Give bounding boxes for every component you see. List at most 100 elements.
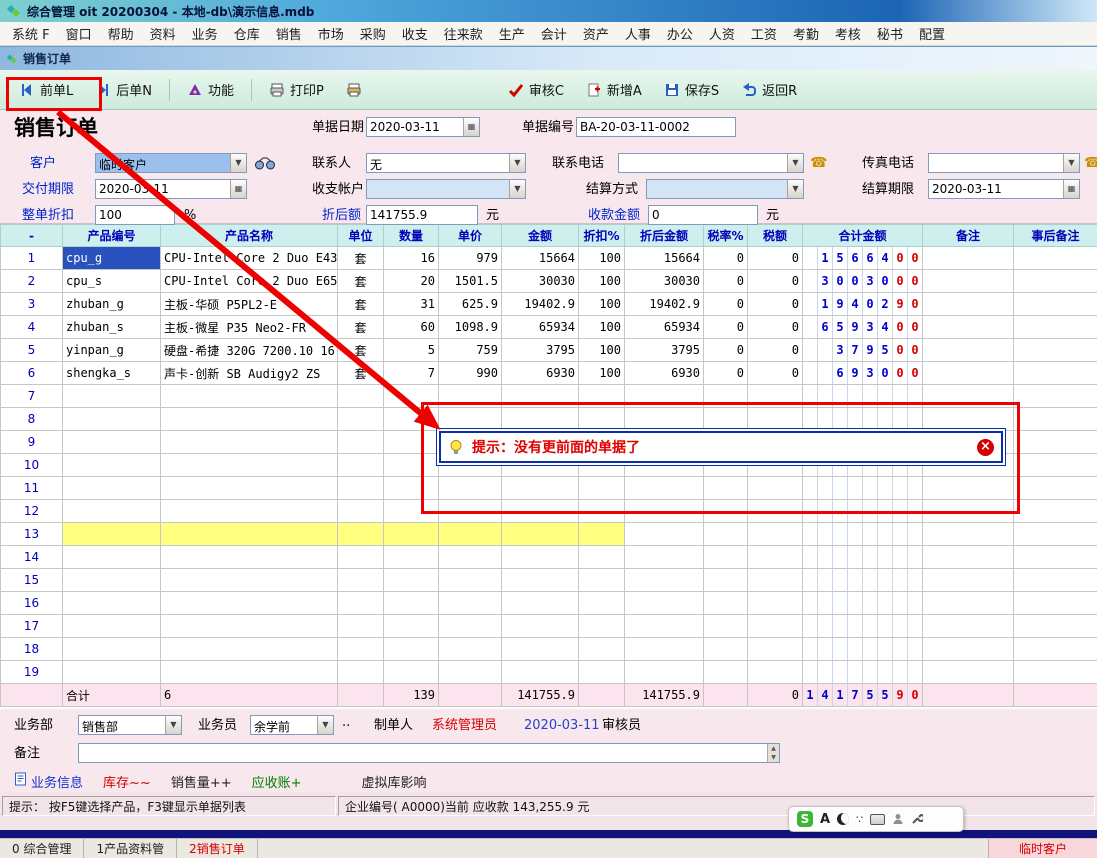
cell-unit-row2[interactable]: 套 <box>338 270 384 293</box>
row-number-18[interactable]: 18 <box>1 638 63 661</box>
cell-after_note-row13[interactable] <box>1014 523 1097 546</box>
cell-name-row17[interactable] <box>161 615 338 638</box>
cell-price-row3[interactable]: 625.9 <box>439 293 502 316</box>
menu-item-3[interactable]: 资料 <box>142 22 184 45</box>
dropdown-arrow-icon[interactable]: ▼ <box>165 716 181 734</box>
cell-tax-row16[interactable] <box>748 592 803 615</box>
cell-disc-row7[interactable] <box>579 385 625 408</box>
cell-after_note-row6[interactable] <box>1014 362 1097 385</box>
menu-item-14[interactable]: 人事 <box>617 22 659 45</box>
cell-qty-row16[interactable] <box>384 592 439 615</box>
cell-tax-row17[interactable] <box>748 615 803 638</box>
cell-unit-row18[interactable] <box>338 638 384 661</box>
row-number-10[interactable]: 10 <box>1 454 63 477</box>
cell-price-row12[interactable] <box>439 500 502 523</box>
discount-input[interactable]: 100 <box>95 205 175 225</box>
cell-disc-row15[interactable] <box>579 569 625 592</box>
dropdown-arrow-icon[interactable]: ▼ <box>230 154 246 172</box>
menu-item-4[interactable]: 业务 <box>184 22 226 45</box>
cell-unit-row16[interactable] <box>338 592 384 615</box>
title-bar[interactable]: 综合管理 oit 20200304 - 本地-db\演示信息.mdb <box>0 0 1097 22</box>
cell-disc-row13[interactable] <box>579 523 625 546</box>
row-number-3[interactable]: 3 <box>1 293 63 316</box>
table-row-18[interactable]: 18 <box>1 638 1097 661</box>
cell-ledger-row13[interactable] <box>803 523 923 546</box>
doc-no-field[interactable]: BA-20-03-11-0002 <box>576 117 736 137</box>
cell-tax-row19[interactable] <box>748 661 803 684</box>
menu-item-20[interactable]: 秘书 <box>869 22 911 45</box>
cell-amount-row1[interactable]: 15664 <box>502 247 579 270</box>
cell-name-row15[interactable] <box>161 569 338 592</box>
cell-after_note-row4[interactable] <box>1014 316 1097 339</box>
next-doc-button[interactable]: 后单N <box>86 75 161 104</box>
cell-tax-row18[interactable] <box>748 638 803 661</box>
row-number-17[interactable]: 17 <box>1 615 63 638</box>
cell-ledger-row6[interactable]: 693000 <box>803 362 923 385</box>
cell-code-row4[interactable]: zhuban_s <box>63 316 161 339</box>
cell-name-row13[interactable] <box>161 523 338 546</box>
print-button[interactable]: 打印P <box>260 75 333 104</box>
cell-disc_amount-row4[interactable]: 65934 <box>625 316 704 339</box>
cell-ledger-row19[interactable] <box>803 661 923 684</box>
cell-disc-row3[interactable]: 100 <box>579 293 625 316</box>
return-button[interactable]: 返回R <box>732 75 806 104</box>
footer-link-1[interactable]: 库存~~ <box>103 772 151 791</box>
cell-after_note-row18[interactable] <box>1014 638 1097 661</box>
cell-name-row19[interactable] <box>161 661 338 684</box>
cell-unit-row4[interactable]: 套 <box>338 316 384 339</box>
cell-tax_rate-row13[interactable] <box>704 523 748 546</box>
cell-after_note-row15[interactable] <box>1014 569 1097 592</box>
row-number-5[interactable]: 5 <box>1 339 63 362</box>
cell-after_note-row7[interactable] <box>1014 385 1097 408</box>
cell-code-row11[interactable] <box>63 477 161 500</box>
menu-item-19[interactable]: 考核 <box>827 22 869 45</box>
cell-unit-row19[interactable] <box>338 661 384 684</box>
table-row-15[interactable]: 15 <box>1 569 1097 592</box>
cell-amount-row12[interactable] <box>502 500 579 523</box>
cell-ledger-row3[interactable]: 1940290 <box>803 293 923 316</box>
cell-disc-row5[interactable]: 100 <box>579 339 625 362</box>
menu-item-5[interactable]: 仓库 <box>226 22 268 45</box>
row-number-6[interactable]: 6 <box>1 362 63 385</box>
cell-code-row5[interactable]: yinpan_g <box>63 339 161 362</box>
table-row-6[interactable]: 6shengka_s声卡-创新 SB Audigy2 ZS套7990693010… <box>1 362 1097 385</box>
cell-tax_rate-row1[interactable]: 0 <box>704 247 748 270</box>
cell-disc_amount-row11[interactable] <box>625 477 704 500</box>
cell-after_note-row1[interactable] <box>1014 247 1097 270</box>
cell-price-row18[interactable] <box>439 638 502 661</box>
dropdown-arrow-icon[interactable]: ▼ <box>509 154 525 172</box>
table-row-13[interactable]: 13 <box>1 523 1097 546</box>
cell-after_note-row8[interactable] <box>1014 408 1097 431</box>
footer-link-4[interactable]: 虚拟库影响 <box>362 772 427 791</box>
table-row-14[interactable]: 14 <box>1 546 1097 569</box>
row-number-4[interactable]: 4 <box>1 316 63 339</box>
cell-qty-row17[interactable] <box>384 615 439 638</box>
ime-keyboard-icon[interactable] <box>870 814 885 825</box>
calendar-dropdown-icon[interactable]: ▦ <box>1063 180 1079 198</box>
cell-tax_rate-row4[interactable]: 0 <box>704 316 748 339</box>
cell-note-row12[interactable] <box>923 500 1014 523</box>
cell-note-row3[interactable] <box>923 293 1014 316</box>
cell-qty-row6[interactable]: 7 <box>384 362 439 385</box>
contact-combobox[interactable]: 无 ▼ <box>366 153 526 173</box>
cell-tax_rate-row2[interactable]: 0 <box>704 270 748 293</box>
cell-tax-row15[interactable] <box>748 569 803 592</box>
cell-tax-row12[interactable] <box>748 500 803 523</box>
ime-moon-icon[interactable] <box>837 813 849 825</box>
cell-name-row5[interactable]: 硬盘-希捷 320G 7200.10 16 <box>161 339 338 362</box>
cell-unit-row14[interactable] <box>338 546 384 569</box>
cell-disc-row14[interactable] <box>579 546 625 569</box>
cell-tax_rate-row18[interactable] <box>704 638 748 661</box>
cell-tax-row14[interactable] <box>748 546 803 569</box>
cell-tax_rate-row15[interactable] <box>704 569 748 592</box>
cell-code-row1[interactable]: cpu_g <box>63 247 161 270</box>
cell-amount-row11[interactable] <box>502 477 579 500</box>
cell-amount-row6[interactable]: 6930 <box>502 362 579 385</box>
cell-qty-row1[interactable]: 16 <box>384 247 439 270</box>
cell-unit-row3[interactable]: 套 <box>338 293 384 316</box>
cell-amount-row16[interactable] <box>502 592 579 615</box>
cell-disc-row2[interactable]: 100 <box>579 270 625 293</box>
ime-punctuation-icon[interactable]: ∵ <box>856 813 863 826</box>
cell-qty-row13[interactable] <box>384 523 439 546</box>
column-header-1[interactable]: 产品编号 <box>63 225 161 247</box>
